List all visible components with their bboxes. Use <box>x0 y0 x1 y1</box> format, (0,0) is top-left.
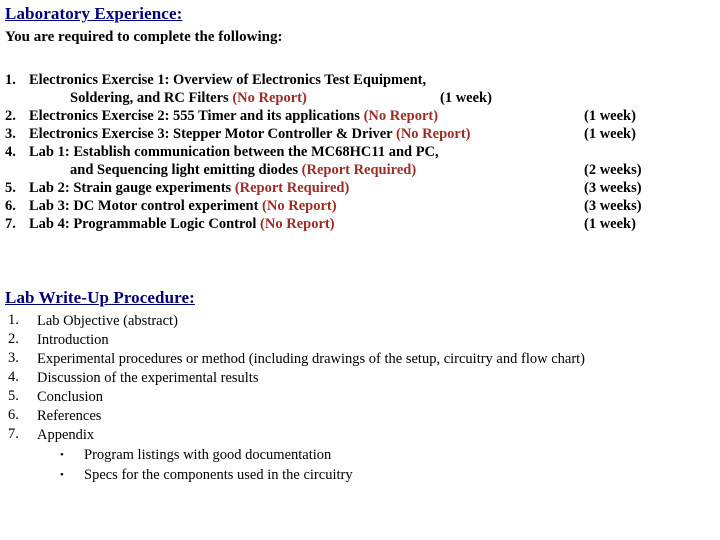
list-item-text: Program listings with good documentation <box>84 447 332 463</box>
list-item-text: Lab 3: DC Motor control experiment (No R… <box>29 198 337 215</box>
list-item: 1. Electronics Exercise 1: Overview of E… <box>0 72 720 90</box>
list-item-continuation: Soldering, and RC Filters (No Report) (1… <box>0 90 720 108</box>
list-item-text-part: Soldering, and RC Filters <box>70 90 233 106</box>
list-item-text: Experimental procedures or method (inclu… <box>37 351 586 367</box>
list-item-number: 3. <box>8 350 19 366</box>
list-item-number: 6. <box>5 198 16 214</box>
list-item-text-part: Lab 4: Programmable Logic Control <box>29 216 261 232</box>
list-item-text: Lab Objective (abstract) <box>37 313 178 329</box>
list-item: 6. References <box>0 407 720 426</box>
list-item: 6. Lab 3: DC Motor control experiment (N… <box>0 198 720 216</box>
laboratory-experience-list: 1. Electronics Exercise 1: Overview of E… <box>0 72 720 234</box>
report-status-tag: (No Report) <box>363 108 439 124</box>
list-item-text: Specs for the components used in the cir… <box>84 467 353 483</box>
list-item-text: Discussion of the experimental results <box>37 370 259 386</box>
lab-writeup-procedure-heading: Lab Write-Up Procedure: <box>5 288 195 307</box>
list-item-number: 7. <box>8 426 19 442</box>
list-item-number: 5. <box>5 180 16 196</box>
duration-label: (1 week) <box>584 108 636 124</box>
list-item-text: Introduction <box>37 332 109 348</box>
list-item: • Program listings with good documentati… <box>0 445 720 465</box>
list-item-text: Electronics Exercise 3: Stepper Motor Co… <box>29 126 470 143</box>
list-item-number: 1. <box>8 312 19 328</box>
list-item-number: 1. <box>5 72 16 88</box>
bullet-icon: • <box>60 469 64 481</box>
list-item-text: Lab 1: Establish communication between t… <box>29 144 439 160</box>
list-item: 2. Electronics Exercise 2: 555 Timer and… <box>0 108 720 126</box>
report-status-tag: (No Report) <box>395 126 471 142</box>
list-item-number: 2. <box>5 108 16 124</box>
list-item-text: Conclusion <box>37 389 104 405</box>
list-item-text-continued: and Sequencing light emitting diodes (Re… <box>70 162 416 179</box>
list-item: 5. Conclusion <box>0 388 720 407</box>
list-item: 7. Lab 4: Programmable Logic Control (No… <box>0 216 720 234</box>
list-item-text: Lab 4: Programmable Logic Control (No Re… <box>29 216 335 233</box>
report-status-tag: (No Report) <box>260 216 335 232</box>
bullet-icon: • <box>60 449 64 461</box>
lab-writeup-procedure-list: 1. Lab Objective (abstract) 2. Introduct… <box>0 312 720 485</box>
list-item: 3. Electronics Exercise 3: Stepper Motor… <box>0 126 720 144</box>
list-item-text-part: Lab 3: DC Motor control experiment <box>29 198 263 214</box>
list-item: 2. Introduction <box>0 331 720 350</box>
duration-label: (3 weeks) <box>584 198 642 214</box>
list-item: 4. Discussion of the experimental result… <box>0 369 720 388</box>
report-status-tag: (No Report) <box>262 198 337 214</box>
report-status-tag: (Report Required) <box>234 180 350 196</box>
list-item-number: 3. <box>5 126 16 142</box>
list-item-text-part: Electronics Exercise 3: Stepper Motor Co… <box>29 126 396 142</box>
list-item: • Specs for the components used in the c… <box>0 465 720 485</box>
duration-label: (1 week) <box>584 216 636 232</box>
list-item-number: 4. <box>8 369 19 385</box>
laboratory-experience-subtitle: You are required to complete the followi… <box>5 29 283 45</box>
list-item-number: 6. <box>8 407 19 423</box>
list-item-text: Appendix <box>37 427 95 443</box>
list-item-number: 7. <box>5 216 16 232</box>
report-status-tag: (Report Required) <box>301 162 417 178</box>
list-item-text: Lab 2: Strain gauge experiments (Report … <box>29 180 349 197</box>
list-item-text: Electronics Exercise 1: Overview of Elec… <box>29 72 427 88</box>
list-item-continuation: and Sequencing light emitting diodes (Re… <box>0 162 720 180</box>
list-item-text: Electronics Exercise 2: 555 Timer and it… <box>29 108 438 125</box>
list-item-number: 5. <box>8 388 19 404</box>
list-item: 1. Lab Objective (abstract) <box>0 312 720 331</box>
list-item: 5. Lab 2: Strain gauge experiments (Repo… <box>0 180 720 198</box>
list-item: 3. Experimental procedures or method (in… <box>0 350 720 369</box>
laboratory-experience-heading: Laboratory Experience: <box>5 4 183 23</box>
list-item: 7. Appendix <box>0 426 720 445</box>
list-item-text: References <box>37 408 102 424</box>
list-item-number: 4. <box>5 144 16 160</box>
duration-label: (3 weeks) <box>584 180 642 196</box>
duration-label: (1 week) <box>584 126 636 142</box>
list-item-text-part: and Sequencing light emitting diodes <box>70 162 302 178</box>
list-item-text-part: Lab 2: Strain gauge experiments <box>29 180 235 196</box>
list-item: 4. Lab 1: Establish communication betwee… <box>0 144 720 162</box>
duration-label: (1 week) <box>440 90 492 106</box>
list-item-text-part: Electronics Exercise 2: 555 Timer and it… <box>29 108 364 124</box>
duration-label: (2 weeks) <box>584 162 642 178</box>
list-item-text-continued: Soldering, and RC Filters (No Report) <box>70 90 307 107</box>
document-page: Laboratory Experience: You are required … <box>0 0 720 540</box>
list-item-number: 2. <box>8 331 19 347</box>
report-status-tag: (No Report) <box>232 90 307 106</box>
